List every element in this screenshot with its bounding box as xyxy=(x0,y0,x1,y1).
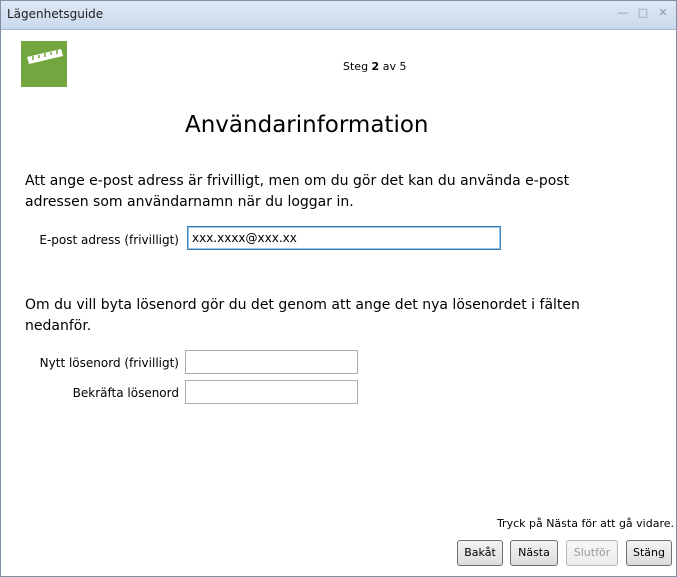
password-intro-text: Om du vill byta lösenord gör du det geno… xyxy=(25,297,580,334)
back-button[interactable]: Bakåt xyxy=(457,540,503,566)
ruler-logo-icon xyxy=(21,41,67,87)
new-password-field[interactable] xyxy=(185,350,358,374)
step-indicator: Steg 2 av 5 xyxy=(343,60,406,73)
email-field[interactable] xyxy=(187,226,501,250)
close-icon[interactable]: ✕ xyxy=(656,6,670,20)
footer-hint: Tryck på Nästa för att gå vidare. xyxy=(496,517,674,530)
step-prefix: Steg xyxy=(343,60,372,73)
window-title: Lägenhetsguide xyxy=(7,7,104,21)
minimize-icon[interactable]: — xyxy=(616,6,630,20)
finish-button[interactable]: Slutför xyxy=(566,540,618,566)
wizard-window: Lägenhetsguide — □ ✕ Steg 2 av 5 Använda… xyxy=(0,0,677,577)
step-suffix: av 5 xyxy=(379,60,407,73)
page-title: Användarinformation xyxy=(185,112,429,138)
window-controls: — □ ✕ xyxy=(616,6,670,20)
next-button[interactable]: Nästa xyxy=(510,540,558,566)
close-button[interactable]: Stäng xyxy=(626,540,672,566)
new-password-label: Nytt lösenord (frivilligt) xyxy=(39,356,179,370)
maximize-icon[interactable]: □ xyxy=(636,6,650,20)
email-intro-text: Att ange e-post adress är frivilligt, me… xyxy=(25,173,570,210)
confirm-password-label: Bekräfta lösenord xyxy=(72,386,179,400)
title-bar[interactable]: Lägenhetsguide — □ ✕ xyxy=(1,1,676,30)
email-label: E-post adress (frivilligt) xyxy=(39,233,179,247)
confirm-password-field[interactable] xyxy=(185,380,358,404)
wizard-content: Steg 2 av 5 Användarinformation Att ange… xyxy=(13,30,676,576)
